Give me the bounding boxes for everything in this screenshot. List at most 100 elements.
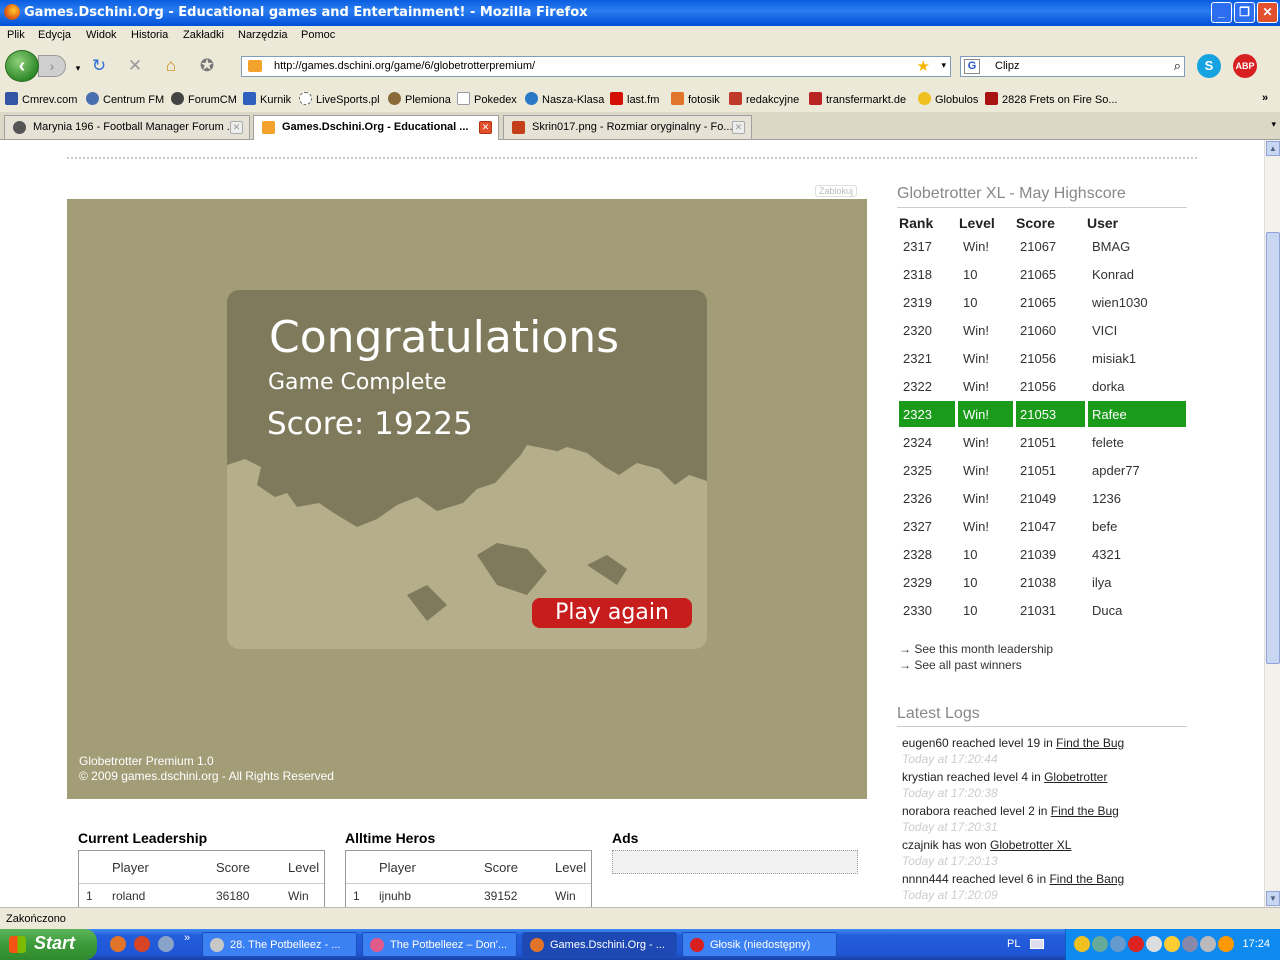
block-plugin-tag[interactable]: Zablokuj: [815, 185, 858, 197]
taskbar-item-potbelleez-2[interactable]: The Potbelleez – Don'...: [362, 932, 517, 957]
log-game-link[interactable]: Find the Bug: [1051, 804, 1119, 818]
ad-slot[interactable]: [612, 850, 858, 874]
tray-icon[interactable]: [1146, 936, 1162, 952]
start-button[interactable]: Start: [0, 929, 97, 960]
log-game-link[interactable]: Globetrotter: [1044, 770, 1107, 784]
bookmark-cmrev[interactable]: Cmrev.com: [5, 92, 77, 106]
bookmark-globulos[interactable]: Globulos: [918, 92, 978, 106]
language-indicator[interactable]: PL: [1007, 938, 1020, 950]
user-cell[interactable]: wien1030: [1092, 295, 1148, 310]
log-game-link[interactable]: Find the Bang: [1049, 872, 1124, 886]
tray-icon[interactable]: [1182, 936, 1198, 952]
skype-icon[interactable]: S: [1197, 54, 1221, 78]
tray-icon[interactable]: [1092, 936, 1108, 952]
clock[interactable]: 17:24: [1242, 938, 1270, 950]
menu-narzedzia[interactable]: Narzędzia: [238, 29, 288, 41]
tray-icon[interactable]: [1200, 936, 1216, 952]
taskbar-item-glosik[interactable]: Głosik (niedostępny): [682, 932, 837, 957]
tray-icon[interactable]: [1110, 936, 1126, 952]
quicklaunch-overflow-icon[interactable]: »: [184, 932, 190, 944]
keyboard-icon[interactable]: [1030, 939, 1044, 949]
reload-icon[interactable]: ↻: [89, 56, 109, 76]
user-cell[interactable]: Konrad: [1092, 267, 1134, 282]
search-input[interactable]: Clipz: [995, 60, 1019, 72]
url-dropdown-icon[interactable]: ▾: [941, 60, 946, 71]
taskbar-item-games-dschini[interactable]: Games.Dschini.Org - ...: [522, 932, 677, 957]
taskbar-item-potbelleez-1[interactable]: 28. The Potbelleez - ...: [202, 932, 357, 957]
page-scrollbar[interactable]: ▲ ▼: [1264, 140, 1280, 907]
tab-close-icon[interactable]: ✕: [732, 121, 745, 134]
bookmark-nasza-klasa[interactable]: Nasza-Klasa: [525, 92, 604, 106]
stop-icon[interactable]: ✕: [125, 56, 145, 76]
app-quicklaunch-icon[interactable]: [158, 936, 174, 952]
forward-button[interactable]: ›: [38, 55, 66, 77]
tab-list-dropdown-icon[interactable]: ▾: [1271, 119, 1276, 130]
adblock-plus-icon[interactable]: ABP: [1233, 54, 1257, 78]
log-game-link[interactable]: Globetrotter XL: [990, 838, 1071, 852]
see-month-leadership-link[interactable]: → See this month leadership: [899, 642, 1053, 656]
tab-close-icon[interactable]: ✕: [479, 121, 492, 134]
maximize-button[interactable]: ❐: [1234, 2, 1255, 23]
tab-games-dschini[interactable]: Games.Dschini.Org - Educational ... ✕: [253, 115, 499, 141]
user-cell[interactable]: 1236: [1092, 491, 1121, 506]
user-cell[interactable]: apder77: [1092, 463, 1140, 478]
tray-icon[interactable]: [1218, 936, 1234, 952]
tab-football-manager[interactable]: Marynia 196 - Football Manager Forum ...…: [4, 115, 250, 139]
bookmark-plemiona[interactable]: Plemiona: [388, 92, 451, 106]
user-cell[interactable]: befe: [1092, 519, 1117, 534]
player-cell[interactable]: ijnuhb: [379, 889, 411, 903]
bookmark-star-icon[interactable]: ★: [917, 57, 930, 75]
user-cell[interactable]: dorka: [1092, 379, 1125, 394]
log-game-link[interactable]: Find the Bug: [1056, 736, 1124, 750]
menu-zakladki[interactable]: Zakładki: [183, 29, 224, 41]
menu-widok[interactable]: Widok: [86, 29, 117, 41]
url-text[interactable]: http://games.dschini.org/game/6/globetro…: [274, 60, 535, 72]
firefox-quicklaunch-icon[interactable]: [110, 936, 126, 952]
tray-icon[interactable]: [1074, 936, 1090, 952]
menu-edycja[interactable]: Edycja: [38, 29, 71, 41]
bookmark-pokedex[interactable]: Pokedex: [457, 92, 517, 106]
user-cell[interactable]: ilya: [1092, 575, 1112, 590]
bookmark-lastfm[interactable]: last.fm: [610, 92, 659, 106]
bookmark-livesports[interactable]: LiveSports.pl: [299, 92, 380, 106]
scroll-up-icon[interactable]: ▲: [1266, 141, 1280, 156]
close-button[interactable]: ✕: [1257, 2, 1278, 23]
user-cell[interactable]: 4321: [1092, 547, 1121, 562]
play-again-button[interactable]: Play again: [532, 598, 692, 628]
back-button[interactable]: ‹: [5, 50, 39, 82]
user-cell[interactable]: Rafee: [1092, 407, 1127, 422]
address-bar[interactable]: http://games.dschini.org/game/6/globetro…: [241, 56, 951, 77]
menu-plik[interactable]: Plik: [7, 29, 25, 41]
scroll-thumb[interactable]: [1266, 232, 1280, 664]
bookmark-kurnik[interactable]: Kurnik: [243, 92, 291, 106]
search-bar[interactable]: G Clipz ⌕: [960, 56, 1185, 77]
tab-close-icon[interactable]: ✕: [230, 121, 243, 134]
bookmark-frets-on-fire[interactable]: 2828 Frets on Fire So...: [985, 92, 1118, 106]
home-icon[interactable]: ⌂: [161, 56, 181, 76]
menu-pomoc[interactable]: Pomoc: [301, 29, 335, 41]
bookmark-fotosik[interactable]: fotosik: [671, 92, 720, 106]
user-cell[interactable]: BMAG: [1092, 239, 1130, 254]
menu-historia[interactable]: Historia: [131, 29, 168, 41]
tray-icon[interactable]: [1164, 936, 1180, 952]
bookmarks-overflow-icon[interactable]: »: [1262, 92, 1268, 104]
addon-icon[interactable]: ✪: [197, 56, 217, 76]
minimize-button[interactable]: _: [1211, 2, 1232, 23]
search-icon[interactable]: ⌕: [1174, 58, 1181, 74]
bookmark-transfermarkt[interactable]: transfermarkt.de: [809, 92, 906, 106]
user-cell[interactable]: VICI: [1092, 323, 1117, 338]
player-cell[interactable]: roland: [112, 889, 145, 903]
user-cell[interactable]: Duca: [1092, 603, 1122, 618]
bookmark-redakcyjne[interactable]: redakcyjne: [729, 92, 799, 106]
user-cell[interactable]: misiak1: [1092, 351, 1136, 366]
user-cell[interactable]: felete: [1092, 435, 1124, 450]
see-past-winners-link[interactable]: → See all past winners: [899, 658, 1022, 672]
bookmark-forumcm[interactable]: ForumCM: [171, 92, 237, 106]
game-area[interactable]: Congratulations Game Complete Score: 192…: [67, 199, 867, 799]
bookmark-centrum-fm[interactable]: Centrum FM: [86, 92, 164, 106]
tab-skrin-image[interactable]: Skrin017.png - Rozmiar oryginalny - Fo..…: [503, 115, 752, 139]
tray-icon[interactable]: [1128, 936, 1144, 952]
player-quicklaunch-icon[interactable]: [134, 936, 150, 952]
history-dropdown-icon[interactable]: ▾: [68, 58, 88, 78]
search-engine-icon[interactable]: G: [964, 59, 980, 74]
